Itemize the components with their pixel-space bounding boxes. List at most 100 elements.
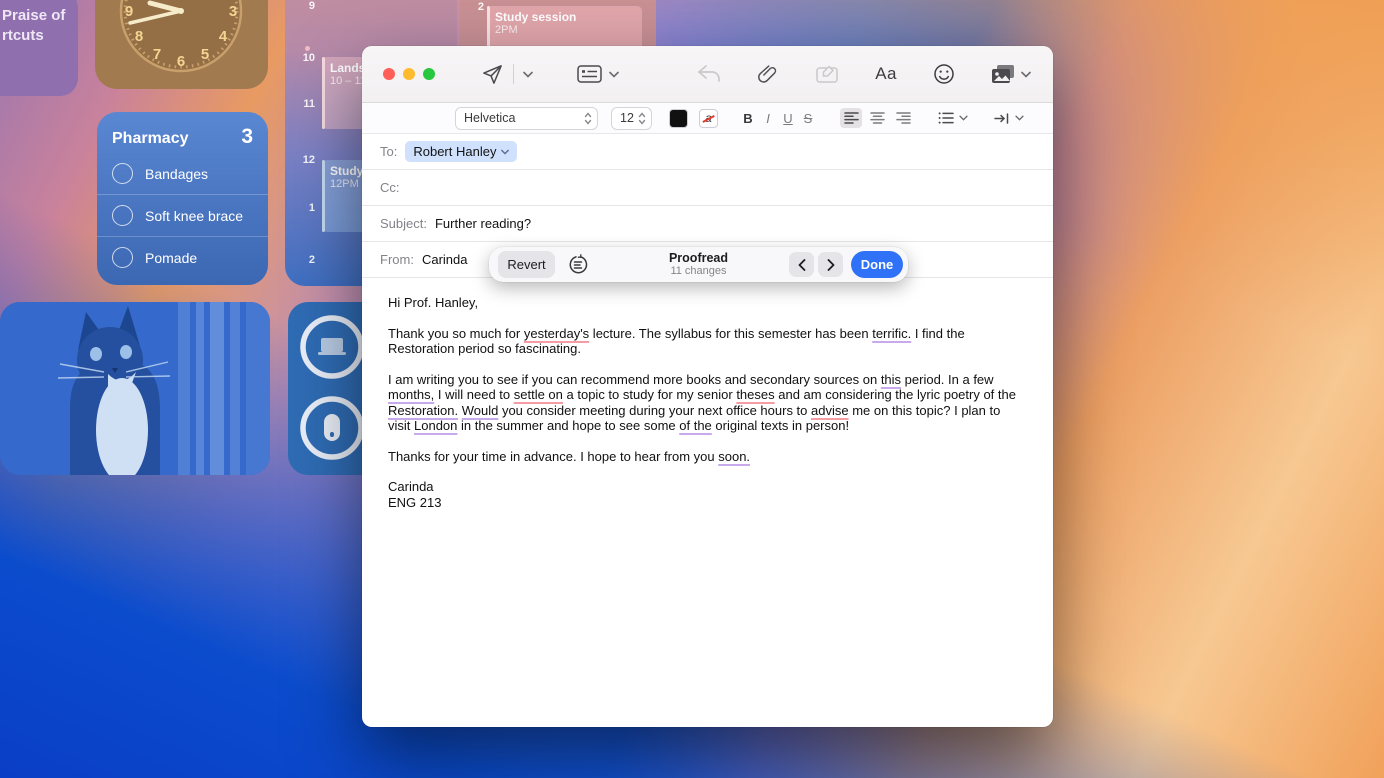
analog-clock-face: 9 8 7 6 5 4 3	[95, 0, 268, 89]
from-label: From:	[380, 252, 414, 267]
reminder-checkbox[interactable]	[112, 205, 133, 226]
reminder-item[interactable]: Soft knee brace	[97, 194, 268, 236]
proofread-popover: Revert Proofread 11 changes Done	[489, 247, 908, 282]
send-options-chevron[interactable]	[523, 71, 533, 78]
pharmacy-count-badge: 3	[241, 125, 253, 149]
proofread-change[interactable]: soon.	[718, 449, 750, 464]
close-button[interactable]	[383, 68, 395, 80]
calendar-hour-label: 1	[293, 202, 315, 214]
indent-arrow-icon	[994, 113, 1010, 124]
indent-button[interactable]	[994, 113, 1024, 124]
from-value: Carinda	[422, 252, 468, 267]
align-left-button[interactable]	[840, 108, 862, 128]
paper-plane-icon	[481, 63, 504, 86]
previous-change-button[interactable]	[789, 252, 814, 277]
font-size-select[interactable]: 12	[611, 107, 652, 130]
mail-compose-window: Aa	[362, 46, 1053, 727]
emoji-button[interactable]	[933, 63, 955, 85]
cat-photo	[0, 302, 270, 475]
chevron-down-icon	[1021, 71, 1031, 78]
align-center-button[interactable]	[866, 108, 888, 128]
calendar-hour-label: 12	[293, 154, 315, 166]
reply-arrow-icon	[697, 64, 721, 84]
recipient-token[interactable]: Robert Hanley	[405, 141, 517, 162]
window-controls	[362, 68, 435, 80]
revert-button[interactable]: Revert	[498, 251, 555, 278]
format-bar: Helvetica 12 a B I U S	[362, 103, 1053, 134]
strikethrough-button[interactable]: S	[798, 111, 818, 126]
writing-tools-button[interactable]	[567, 254, 589, 276]
align-right-button[interactable]	[892, 108, 914, 128]
subject-field-row[interactable]: Subject: Further reading?	[362, 206, 1053, 242]
pharmacy-title: Pharmacy	[112, 130, 189, 148]
stepper-icon	[584, 112, 592, 125]
proofread-change[interactable]: London	[414, 418, 457, 433]
align-right-icon	[896, 112, 911, 124]
svg-text:7: 7	[153, 46, 161, 63]
svg-text:4: 4	[219, 28, 228, 45]
to-field-row[interactable]: To: Robert Hanley	[362, 134, 1053, 170]
send-button[interactable]	[481, 63, 504, 86]
emoji-smiley-icon	[933, 63, 955, 85]
svg-text:3: 3	[229, 3, 237, 20]
highlight-color-well[interactable]: a	[699, 109, 718, 128]
proofread-change[interactable]: of the	[679, 418, 712, 433]
chevron-down-icon	[501, 149, 509, 155]
underline-button[interactable]: U	[778, 111, 798, 126]
proofread-change[interactable]: months,	[388, 387, 434, 402]
chevron-right-icon	[827, 259, 835, 271]
photos-icon	[991, 64, 1015, 85]
shortcuts-widget-text: Praise of rtcuts	[0, 0, 78, 46]
zoom-button[interactable]	[423, 68, 435, 80]
proofread-change[interactable]: Restoration.	[388, 403, 458, 418]
stepper-icon	[638, 112, 646, 125]
reminder-checkbox[interactable]	[112, 163, 133, 184]
proofread-change[interactable]: advise	[811, 403, 849, 418]
format-button[interactable]: Aa	[875, 64, 897, 84]
header-fields-icon	[577, 64, 602, 84]
message-body[interactable]: Hi Prof. Hanley,Thank you so much for ye…	[362, 278, 1053, 510]
mail-toolbar: Aa	[362, 46, 1053, 103]
calendar-hour-label: 9	[293, 0, 315, 12]
proofread-change[interactable]: Would	[462, 403, 499, 418]
text-color-well[interactable]	[669, 109, 688, 128]
proofread-change[interactable]: yesterday's	[524, 326, 589, 341]
attach-button[interactable]	[757, 63, 779, 86]
bold-button[interactable]: B	[738, 111, 758, 126]
photo-browser-button[interactable]	[991, 64, 1031, 85]
reminder-item[interactable]: Bandages	[97, 153, 268, 194]
next-change-button[interactable]	[818, 252, 843, 277]
cc-field-row[interactable]: Cc:	[362, 170, 1053, 206]
cc-label: Cc:	[380, 180, 400, 195]
subject-label: Subject:	[380, 216, 427, 231]
pharmacy-reminders-widget[interactable]: Pharmacy 3 Bandages Soft knee brace Poma…	[97, 112, 268, 285]
italic-button[interactable]: I	[758, 111, 778, 126]
calendar-hour-label: 11	[293, 98, 315, 110]
proofread-change[interactable]: settle on	[514, 387, 563, 402]
proofread-change[interactable]: theses	[736, 387, 774, 402]
font-family-select[interactable]: Helvetica	[455, 107, 598, 130]
clock-widget[interactable]: 9 8 7 6 5 4 3	[95, 0, 268, 89]
reminder-checkbox[interactable]	[112, 247, 133, 268]
reminder-item[interactable]: Pomade	[97, 236, 268, 278]
shortcuts-widget[interactable]: Praise of rtcuts	[0, 0, 78, 96]
reply-button	[697, 64, 721, 84]
photo-widget-cat[interactable]	[0, 302, 270, 475]
list-style-button[interactable]	[938, 112, 968, 124]
svg-text:5: 5	[201, 46, 209, 63]
paperclip-icon	[757, 63, 779, 86]
calendar-event-dot	[305, 46, 310, 51]
align-left-icon	[844, 112, 859, 124]
reminder-label: Bandages	[145, 166, 208, 182]
calendar-hour-label: 10	[293, 52, 315, 64]
proofread-change[interactable]: terrific.	[872, 326, 911, 341]
chevron-down-icon	[959, 115, 968, 121]
header-fields-chevron[interactable]	[609, 71, 619, 78]
done-button[interactable]: Done	[851, 251, 903, 278]
chevron-down-icon	[523, 71, 533, 78]
reminder-label: Pomade	[145, 250, 197, 266]
minimize-button[interactable]	[403, 68, 415, 80]
proofread-change[interactable]: this	[881, 372, 901, 387]
header-fields-button[interactable]	[577, 64, 602, 84]
calendar-hour-label: 2	[462, 1, 484, 13]
